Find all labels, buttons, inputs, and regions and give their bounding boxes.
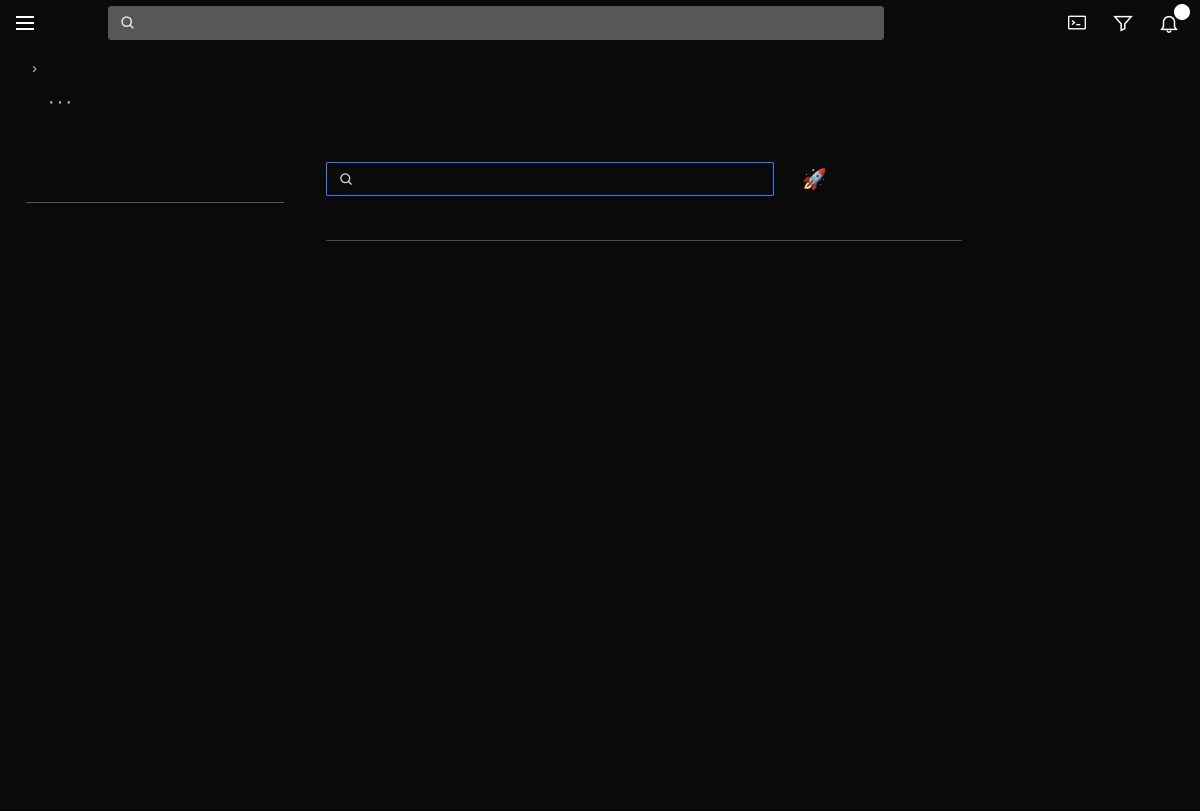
breadcrumb: › xyxy=(26,60,1174,77)
search-icon xyxy=(120,15,136,31)
menu-icon[interactable] xyxy=(12,9,40,37)
getting-started: 🚀 xyxy=(802,167,847,192)
top-bar xyxy=(0,0,1200,46)
marketplace-search-input[interactable] xyxy=(364,171,761,188)
rocket-icon: 🚀 xyxy=(802,167,827,192)
content: › ··· 🚀 xyxy=(0,46,1200,277)
popular-offers-header xyxy=(326,230,962,241)
topbar-actions xyxy=(1066,12,1188,34)
notification-badge xyxy=(1174,4,1190,20)
global-search[interactable] xyxy=(108,6,884,40)
cloud-shell-icon[interactable] xyxy=(1066,12,1088,34)
filter-icon[interactable] xyxy=(1112,12,1134,34)
global-search-input[interactable] xyxy=(144,15,872,32)
notifications-icon[interactable] xyxy=(1158,12,1180,34)
chevron-right-icon: › xyxy=(32,60,37,77)
marketplace-search[interactable] xyxy=(326,162,774,196)
more-actions-icon[interactable]: ··· xyxy=(48,91,74,114)
sidebar xyxy=(26,162,326,263)
page-title-row: ··· xyxy=(26,91,1174,114)
main-panel: 🚀 xyxy=(326,162,1174,263)
categories-header xyxy=(26,192,284,203)
search-icon xyxy=(339,172,354,187)
